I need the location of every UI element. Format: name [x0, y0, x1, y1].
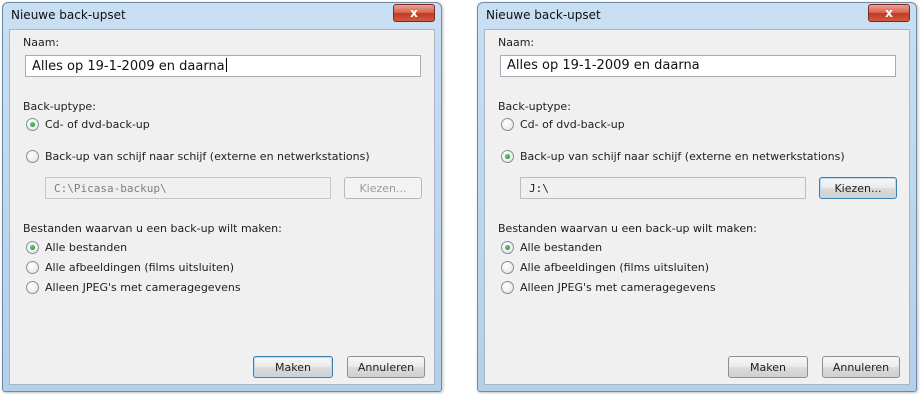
radio-unselected-icon: [501, 118, 514, 131]
radio-disk-to-disk-label: Back-up van schijf naar schijf (externe …: [520, 150, 845, 163]
choose-button-label: Kiezen...: [359, 181, 407, 195]
radio-selected-icon: [26, 118, 39, 131]
radio-all-images-label: Alle afbeeldingen (films uitsluiten): [520, 261, 710, 274]
backup-path-field[interactable]: J:\: [520, 177, 806, 199]
dialog-body: Naam: Alles op 19-1-2009 en daarna Back-…: [9, 29, 435, 385]
files-label: Bestanden waarvan u een back-up wilt mak…: [498, 222, 757, 235]
make-button[interactable]: Maken: [253, 356, 333, 378]
radio-all-images[interactable]: Alle afbeeldingen (films uitsluiten): [26, 261, 234, 274]
name-input[interactable]: Alles op 19-1-2009 en daarna: [500, 55, 896, 77]
radio-all-files-label: Alle bestanden: [45, 241, 128, 254]
files-label: Bestanden waarvan u een back-up wilt mak…: [23, 222, 282, 235]
new-backup-set-dialog-2: Nieuwe back-upset x Naam: Alles op 19-1-…: [477, 2, 917, 392]
dialog-body: Naam: Alles op 19-1-2009 en daarna Back-…: [484, 29, 910, 385]
backup-path-field[interactable]: C:\Picasa-backup\: [45, 177, 331, 199]
backup-path-value: J:\: [529, 182, 549, 195]
backup-type-label: Back-uptype:: [498, 100, 571, 113]
name-label: Naam:: [498, 36, 535, 49]
text-caret: [225, 58, 227, 72]
close-button[interactable]: x: [393, 4, 435, 22]
close-button[interactable]: x: [868, 4, 910, 22]
radio-unselected-icon: [501, 261, 514, 274]
dialog-title: Nieuwe back-upset: [11, 8, 126, 22]
radio-disk-to-disk[interactable]: Back-up van schijf naar schijf (externe …: [26, 150, 370, 163]
cancel-button-label: Annuleren: [357, 360, 415, 374]
radio-selected-icon: [501, 150, 514, 163]
choose-button[interactable]: Kiezen...: [344, 177, 422, 199]
radio-jpeg-camera-label: Alleen JPEG's met cameragegevens: [45, 281, 241, 294]
name-input-value: Alles op 19-1-2009 en daarna: [32, 59, 225, 74]
backup-path-value: C:\Picasa-backup\: [54, 182, 167, 195]
new-backup-set-dialog-1: Nieuwe back-upset x Naam: Alles op 19-1-…: [2, 2, 442, 392]
radio-disk-to-disk-label: Back-up van schijf naar schijf (externe …: [45, 150, 370, 163]
radio-selected-icon: [26, 241, 39, 254]
backup-type-label: Back-uptype:: [23, 100, 96, 113]
radio-jpeg-camera-label: Alleen JPEG's met cameragegevens: [520, 281, 716, 294]
radio-cd-dvd[interactable]: Cd- of dvd-back-up: [26, 118, 150, 131]
radio-unselected-icon: [501, 281, 514, 294]
name-input[interactable]: Alles op 19-1-2009 en daarna: [25, 55, 421, 77]
radio-cd-dvd[interactable]: Cd- of dvd-back-up: [501, 118, 625, 131]
radio-disk-to-disk[interactable]: Back-up van schijf naar schijf (externe …: [501, 150, 845, 163]
radio-jpeg-camera[interactable]: Alleen JPEG's met cameragegevens: [26, 281, 241, 294]
radio-all-files[interactable]: Alle bestanden: [501, 241, 602, 254]
title-bar[interactable]: Nieuwe back-upset x: [3, 3, 441, 27]
radio-cd-dvd-label: Cd- of dvd-back-up: [520, 118, 625, 131]
radio-all-files[interactable]: Alle bestanden: [26, 241, 127, 254]
radio-unselected-icon: [26, 281, 39, 294]
title-bar[interactable]: Nieuwe back-upset x: [478, 3, 916, 27]
make-button[interactable]: Maken: [728, 356, 808, 378]
cancel-button[interactable]: Annuleren: [822, 356, 900, 378]
name-input-value: Alles op 19-1-2009 en daarna: [507, 58, 700, 73]
choose-button[interactable]: Kiezen...: [819, 177, 897, 199]
radio-selected-icon: [501, 241, 514, 254]
close-icon: x: [410, 6, 418, 20]
radio-all-images[interactable]: Alle afbeeldingen (films uitsluiten): [501, 261, 709, 274]
radio-jpeg-camera[interactable]: Alleen JPEG's met cameragegevens: [501, 281, 716, 294]
radio-unselected-icon: [26, 150, 39, 163]
radio-cd-dvd-label: Cd- of dvd-back-up: [45, 118, 150, 131]
radio-unselected-icon: [26, 261, 39, 274]
cancel-button-label: Annuleren: [832, 360, 890, 374]
name-label: Naam:: [23, 36, 60, 49]
make-button-label: Maken: [750, 360, 786, 374]
cancel-button[interactable]: Annuleren: [347, 356, 425, 378]
make-button-label: Maken: [275, 360, 311, 374]
choose-button-label: Kiezen...: [834, 181, 882, 195]
radio-all-images-label: Alle afbeeldingen (films uitsluiten): [45, 261, 235, 274]
dialog-title: Nieuwe back-upset: [486, 8, 601, 22]
radio-all-files-label: Alle bestanden: [520, 241, 603, 254]
close-icon: x: [885, 6, 893, 20]
